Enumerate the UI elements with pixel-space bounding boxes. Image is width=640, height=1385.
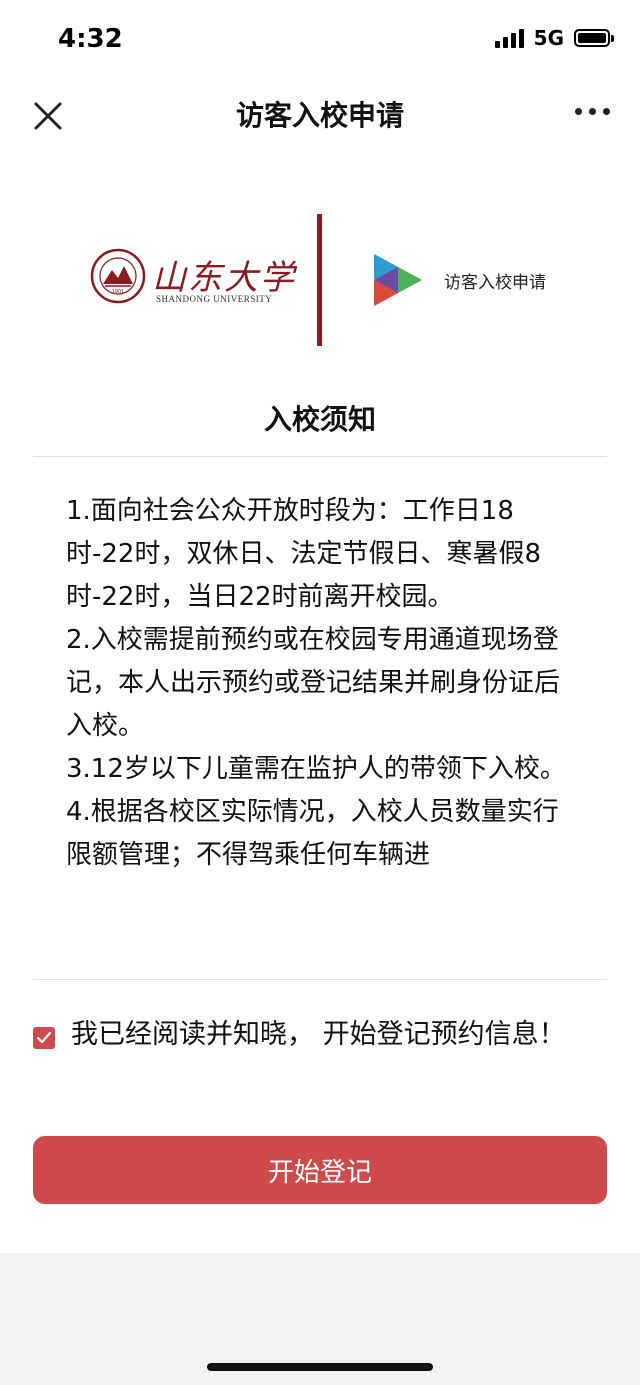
logo-divider (317, 214, 322, 346)
agree-checkbox[interactable] (33, 1027, 55, 1049)
university-seal-icon: 1901 (90, 248, 146, 304)
more-dots-icon (575, 108, 582, 115)
page-title: 访客入校申请 (235, 99, 404, 132)
app-logo-icon (374, 254, 422, 306)
signal-icon (494, 28, 524, 48)
divider (33, 979, 607, 980)
bottom-area (0, 1253, 640, 1385)
divider (33, 456, 607, 457)
svg-text:1901: 1901 (112, 289, 125, 295)
university-name-cn: 山东大学 (152, 258, 296, 298)
notice-scroll-area[interactable]: 1.面向社会公众开放时段为：工作日18时-22时，双休日、法定节假日、寒暑假8时… (66, 490, 580, 974)
notice-title: 入校须知 (263, 403, 376, 436)
agreement-row[interactable]: 我已经阅读并知晓， 开始登记预约信息！ (33, 1013, 593, 1056)
more-options-button[interactable] (575, 108, 610, 115)
home-indicator (207, 1363, 433, 1371)
checkmark-icon (36, 1031, 52, 1044)
status-time: 4:32 (58, 24, 123, 54)
logo-banner: 1901 山东大学 SHANDONG UNIVERSITY 访客入校申请 (0, 210, 640, 350)
start-registration-button[interactable]: 开始登记 (33, 1136, 607, 1204)
network-type: 5G (533, 26, 564, 50)
agreement-text: 我已经阅读并知晓， 开始登记预约信息！ (71, 1019, 566, 1050)
notice-body: 1.面向社会公众开放时段为：工作日18时-22时，双休日、法定节假日、寒暑假8时… (66, 496, 566, 870)
university-name-en: SHANDONG UNIVERSITY (156, 294, 273, 304)
app-logo-label: 访客入校申请 (444, 273, 546, 293)
status-indicators: 5G (494, 26, 614, 50)
nav-bar: 访客入校申请 (0, 80, 640, 150)
status-bar: 4:32 5G (0, 0, 640, 80)
battery-icon (574, 29, 614, 47)
